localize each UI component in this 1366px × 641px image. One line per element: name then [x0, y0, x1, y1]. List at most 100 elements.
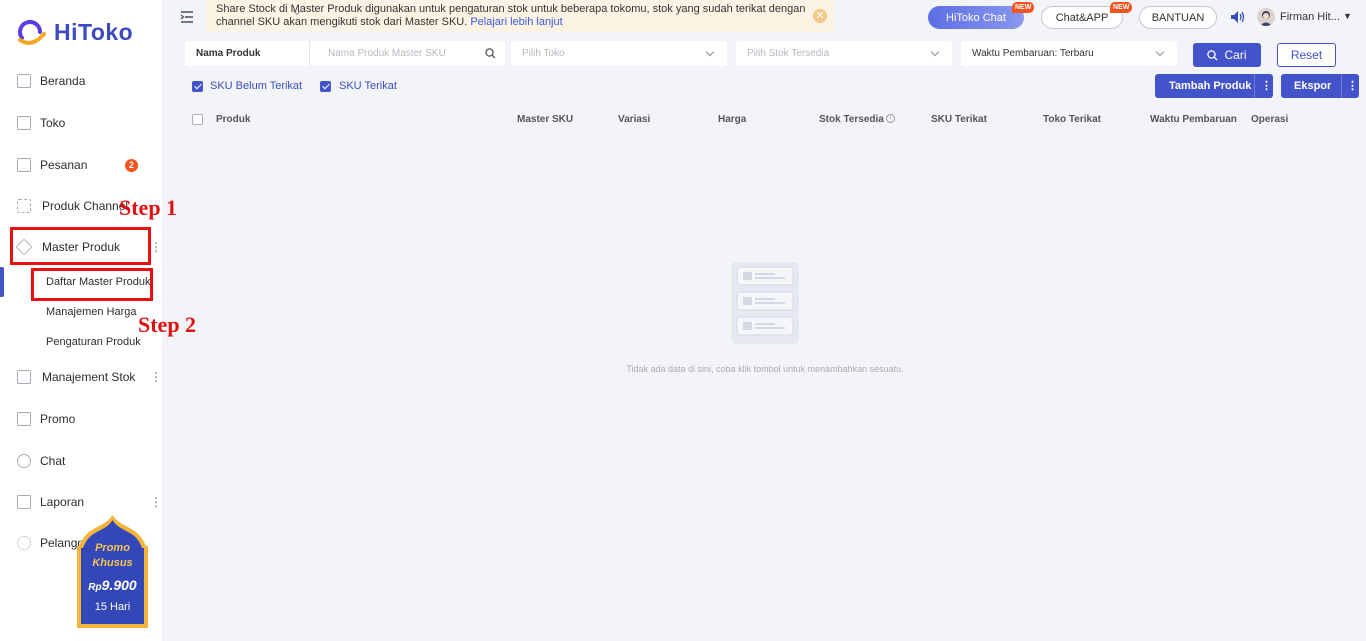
empty-state-message: Tidak ada data di sini, coba klik tombol… [626, 364, 904, 374]
search-input[interactable]: Nama Produk Master SKU [309, 41, 505, 66]
sidebar-item-laporan[interactable]: Laporan ⋮ [0, 487, 162, 517]
annotation-step2-label: Step 2 [138, 312, 197, 337]
column-header-stok-tersedia: Stok Tersedia [819, 114, 884, 125]
annotation-step1-label: Step 1 [119, 195, 178, 220]
menu-collapse-icon[interactable] [180, 10, 194, 24]
column-header-variasi: Variasi [618, 114, 651, 125]
add-product-button[interactable]: Tambah Produk ⋮ [1155, 74, 1273, 98]
sidebar-item-pesanan[interactable]: Pesanan 2 [0, 150, 162, 180]
sidebar-item-label: Toko [40, 116, 66, 130]
search-type-value: Nama Produk [196, 48, 261, 59]
promo-price-value: 9.900 [101, 577, 137, 593]
chevron-down-icon [705, 47, 715, 57]
caret-down-icon[interactable]: ▼ [1343, 11, 1352, 21]
grid-icon [17, 199, 31, 213]
promo-amount: 9.900 [102, 574, 137, 595]
annotation-box-step1 [10, 227, 151, 265]
help-button[interactable]: BANTUAN [1139, 6, 1217, 29]
report-icon [17, 495, 31, 509]
info-notice: Share Stock di Master Produk digunakan u… [206, 0, 834, 32]
sidebar-subitem-label: Manajemen Harga [46, 306, 137, 318]
button-divider [1341, 74, 1342, 98]
unlinked-sku-checkbox[interactable] [192, 81, 203, 92]
search-type-select[interactable]: Nama Produk [185, 6, 309, 66]
promo-price: Rp9.900 [74, 574, 151, 596]
close-icon[interactable]: ✕ [813, 9, 827, 23]
sidebar-item-label: Produk Channel [42, 199, 129, 213]
user-avatar-icon [1260, 11, 1272, 26]
more-vertical-icon[interactable]: ⋮ [1347, 79, 1358, 92]
new-badge: NEW [1012, 2, 1035, 13]
reset-button[interactable]: Reset [1277, 43, 1336, 67]
search-placeholder: Nama Produk Master SKU [328, 48, 446, 59]
promo-badge[interactable]: Promo Khusus Rp9.900 15 Hari [74, 514, 151, 630]
sidebar-subitem-label: Pengaturan Produk [46, 336, 141, 348]
chevron-down-icon [930, 47, 940, 57]
notification-badge: 2 [125, 158, 138, 172]
sidebar-item-promo[interactable]: Promo [0, 404, 162, 434]
store-select[interactable]: Pilih Toko [511, 41, 727, 66]
sidebar-item-chat[interactable]: Chat [0, 446, 162, 476]
more-vertical-icon[interactable]: ⋮ [150, 371, 162, 383]
button-divider [1254, 74, 1255, 98]
sidebar-item-label: Laporan [40, 495, 85, 509]
more-vertical-icon[interactable]: ⋮ [150, 496, 162, 508]
export-label: Ekspor [1294, 80, 1332, 92]
store-icon [17, 116, 31, 130]
user-name[interactable]: Firman Hit... [1280, 11, 1340, 23]
users-icon [17, 536, 31, 550]
column-header-master-sku: Master SKU [517, 114, 574, 125]
search-icon[interactable] [485, 48, 496, 59]
promo-subtitle: Khusus [92, 557, 133, 569]
learn-more-link[interactable]: Pelajari lebih lanjut [470, 16, 562, 28]
column-header-produk: Produk [216, 114, 251, 125]
search-button-label: Cari [1224, 48, 1247, 62]
hitoko-chat-button[interactable]: HiToko Chat [928, 6, 1024, 29]
ticket-icon [17, 412, 31, 426]
new-badge: NEW [1110, 2, 1133, 13]
select-all-checkbox[interactable] [192, 114, 203, 125]
warehouse-icon [17, 370, 31, 384]
more-vertical-icon[interactable]: ⋮ [1261, 79, 1272, 92]
search-button[interactable]: Cari [1193, 43, 1261, 67]
promo-duration: 15 Hari [94, 601, 131, 613]
store-placeholder: Pilih Toko [522, 48, 565, 59]
app-name: HiToko [54, 18, 134, 45]
app-logo[interactable]: HiToko [14, 18, 133, 46]
more-vertical-icon[interactable]: ⋮ [150, 241, 162, 253]
unlinked-sku-label[interactable]: SKU Belum Terikat [210, 80, 302, 92]
sidebar-item-label: Chat [40, 454, 66, 468]
column-header-sku-terikat: SKU Terikat [931, 114, 987, 125]
column-header-toko-terikat: Toko Terikat [1043, 114, 1101, 125]
chevron-down-icon [1155, 47, 1165, 57]
speaker-icon[interactable] [1230, 10, 1246, 24]
order-icon [17, 158, 31, 172]
sidebar-item-label: Beranda [40, 74, 86, 88]
annotation-box-step2 [31, 268, 153, 301]
sidebar-item-manajement-stok[interactable]: Manajement Stok ⋮ [0, 362, 162, 392]
sidebar-item-label: Manajement Stok [42, 370, 136, 384]
linked-sku-label[interactable]: SKU Terikat [339, 80, 397, 92]
promo-currency: Rp [88, 582, 102, 593]
empty-list-icon [731, 262, 799, 344]
sort-value: Waktu Pembaruan: Terbaru [972, 48, 1094, 59]
sidebar-item-toko[interactable]: Toko [0, 108, 162, 138]
avatar[interactable] [1257, 8, 1275, 26]
monitor-icon [17, 74, 31, 88]
info-icon[interactable]: i [886, 114, 895, 123]
column-header-waktu-pembaruan: Waktu Pembaruan [1150, 114, 1237, 125]
add-product-label: Tambah Produk [1169, 80, 1252, 92]
sidebar-item-beranda[interactable]: Beranda [0, 66, 162, 96]
promo-title: Promo [95, 542, 130, 554]
column-header-harga: Harga [718, 114, 747, 125]
sidebar-item-label: Pesanan [40, 158, 88, 172]
search-icon [1207, 49, 1218, 60]
stock-placeholder: Pilih Stok Tersedia [747, 48, 830, 59]
column-header-operasi: Operasi [1251, 114, 1289, 125]
sidebar-item-label: Promo [40, 412, 76, 426]
sort-select[interactable]: Waktu Pembaruan: Terbaru [961, 41, 1177, 66]
export-button[interactable]: Ekspor ⋮ [1281, 74, 1359, 98]
linked-sku-checkbox[interactable] [320, 81, 331, 92]
stock-select[interactable]: Pilih Stok Tersedia [736, 41, 952, 66]
hitoko-logo-icon [18, 20, 46, 45]
